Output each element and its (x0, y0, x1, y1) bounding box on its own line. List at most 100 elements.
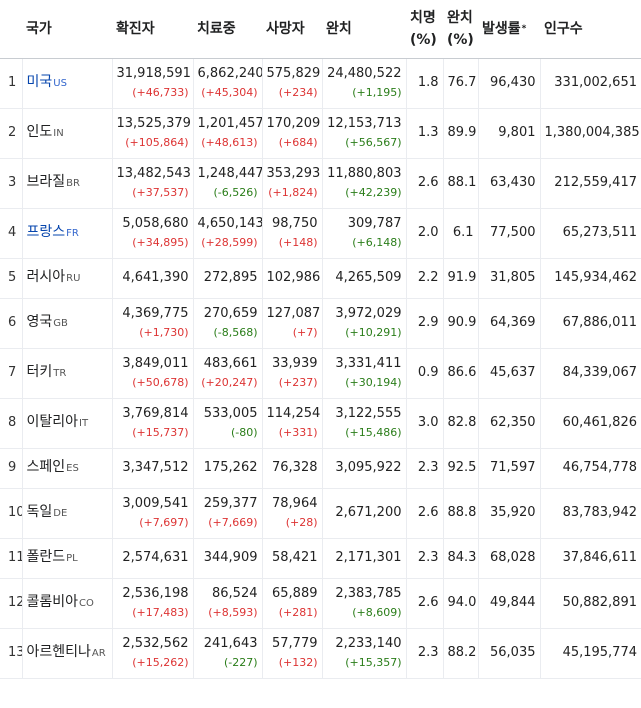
deaths-change: (+132) (278, 656, 318, 669)
treating-change: (+8,593) (208, 606, 258, 619)
incidence-cell: 64,369 (477, 298, 540, 349)
country-cell: 독일DE (21, 488, 112, 539)
deaths-change: (+684) (278, 136, 318, 149)
recovered-value: 309,787 (347, 216, 402, 231)
fatality-rate-cell: 1.3 (405, 108, 443, 159)
country-link[interactable]: 미국 (27, 74, 53, 90)
country-code: IN (53, 128, 64, 139)
table-row: 12콜롬비아CO 2,536,198 (+17,483) 86,524 (+8,593)… (0, 578, 641, 629)
deaths-value: 98,750 (272, 216, 318, 231)
country-name: 이탈리아 (26, 414, 79, 430)
confirmed-change: (+46,733) (132, 86, 189, 99)
treating-value: 533,005 (203, 406, 258, 421)
population-cell: 50,882,891 (539, 578, 641, 629)
incidence-cell: 71,597 (477, 448, 540, 489)
confirmed-value: 4,641,390 (122, 270, 189, 285)
recovered-value: 12,153,713 (327, 116, 402, 131)
country-code: RU (66, 273, 81, 284)
covid-stats-table: 국가 확진자 치료중 사망자 완치 치명 (%) 완치 (%) 발생률* 인구수… (0, 0, 641, 679)
country-code: DE (53, 508, 68, 519)
country-code: ES (66, 463, 79, 474)
confirmed-value: 3,347,512 (122, 460, 189, 475)
treating-value: 4,650,143 (197, 216, 263, 231)
confirmed-change: (+15,262) (132, 656, 189, 669)
treating-cell: 175,262 (192, 448, 262, 489)
deaths-change: (+331) (278, 426, 318, 439)
recovered-cell: 3,972,029 (+10,291) (321, 298, 406, 349)
treating-cell: 241,643 (-227) (192, 628, 262, 679)
recovered-cell: 2,383,785 (+8,609) (321, 578, 406, 629)
incidence-header[interactable]: 발생률* (478, 0, 540, 59)
deaths-cell: 114,254 (+331) (261, 398, 322, 449)
treating-value: 259,377 (203, 496, 258, 511)
recovered-value: 2,671,200 (335, 505, 402, 520)
confirmed-header[interactable]: 확진자 (112, 0, 193, 59)
confirmed-cell: 13,482,543 (+37,537) (111, 158, 193, 209)
row-rank: 12 (0, 578, 22, 629)
deaths-change: (+237) (278, 376, 318, 389)
confirmed-cell: 5,058,680 (+34,895) (111, 208, 193, 259)
treating-change: (-227) (223, 656, 258, 669)
fatality-rate-cell: 0.9 (405, 348, 443, 399)
incidence-cell: 49,844 (477, 578, 540, 629)
treating-cell: 1,248,447 (-6,526) (192, 158, 262, 209)
country-link[interactable]: 프랑스 (27, 224, 66, 240)
country-code: BR (66, 178, 80, 189)
country-name: 인도 (26, 124, 53, 140)
row-rank: 11 (0, 538, 22, 579)
population-header[interactable]: 인구수 (540, 0, 641, 59)
recovered-cell: 3,095,922 (321, 448, 406, 489)
deaths-change: (+28) (285, 516, 318, 529)
recovered-change: (+15,486) (345, 426, 402, 439)
deaths-cell: 98,750 (+148) (261, 208, 322, 259)
row-rank: 6 (0, 298, 22, 349)
population-cell: 45,195,774 (539, 628, 641, 679)
treating-header[interactable]: 치료중 (193, 0, 262, 59)
country-cell: 터키TR (21, 348, 112, 399)
country-header[interactable]: 국가 (22, 0, 112, 59)
recovered-cell: 12,153,713 (+56,567) (321, 108, 406, 159)
treating-change: (+20,247) (201, 376, 258, 389)
deaths-cell: 57,779 (+132) (261, 628, 322, 679)
fatality-rate-cell: 2.2 (405, 258, 443, 299)
table-row: 3 브라질BR 13,482,543 (+37,537) 1,248,447 (-6,52… (0, 158, 641, 209)
confirmed-cell: 13,525,379 (+105,864) (111, 108, 193, 159)
confirmed-value: 13,482,543 (116, 166, 191, 181)
deaths-header[interactable]: 사망자 (262, 0, 322, 59)
country-cell[interactable]: 프랑스FR (21, 208, 112, 259)
deaths-value: 57,779 (272, 636, 318, 651)
treating-change: (+48,613) (201, 136, 258, 149)
fatality-rate-header[interactable]: 치명 (%) (406, 0, 443, 59)
deaths-change: (+234) (278, 86, 318, 99)
recovered-change: (+42,239) (345, 186, 402, 199)
deaths-change: (+7) (292, 326, 318, 339)
recovery-rate-cell: 92.5 (442, 448, 478, 489)
recovered-change: (+8,609) (352, 606, 402, 619)
incidence-footnote-mark: * (521, 23, 527, 34)
recovery-rate-cell: 88.2 (442, 628, 478, 679)
treating-value: 1,201,457 (197, 116, 263, 131)
fatality-rate-cell: 3.0 (405, 398, 443, 449)
row-rank: 5 (0, 258, 22, 299)
treating-value: 241,643 (203, 636, 258, 651)
incidence-cell: 68,028 (477, 538, 540, 579)
confirmed-cell: 4,369,775 (+1,730) (111, 298, 193, 349)
deaths-value: 33,939 (272, 356, 318, 371)
table-row: 10독일DE3,009,541(+7,697)259,377(+7,669)78… (0, 488, 641, 539)
recovery-rate-cell: 6.1 (442, 208, 478, 259)
treating-cell: 86,524 (+8,593) (192, 578, 262, 629)
treating-change: (+7,669) (208, 516, 258, 529)
recovery-rate-header[interactable]: 완치 (%) (443, 0, 478, 59)
recovered-header[interactable]: 완치 (322, 0, 406, 59)
confirmed-cell: 31,918,591 (+46,733) (111, 58, 193, 109)
country-name: 영국 (26, 314, 53, 330)
fatality-rate-cell: 2.3 (405, 448, 443, 489)
incidence-cell: 96,430 (477, 58, 540, 109)
deaths-value: 114,254 (266, 406, 321, 421)
confirmed-value: 3,769,814 (122, 406, 189, 421)
recovery-rate-cell: 94.0 (442, 578, 478, 629)
country-cell[interactable]: 미국US (21, 58, 112, 109)
confirmed-cell: 3,769,814 (+15,737) (111, 398, 193, 449)
population-cell: 83,783,942 (539, 488, 641, 539)
table-row: 13아르헨티나AR 2,532,562 (+15,262) 241,643 (-227)… (0, 628, 641, 679)
